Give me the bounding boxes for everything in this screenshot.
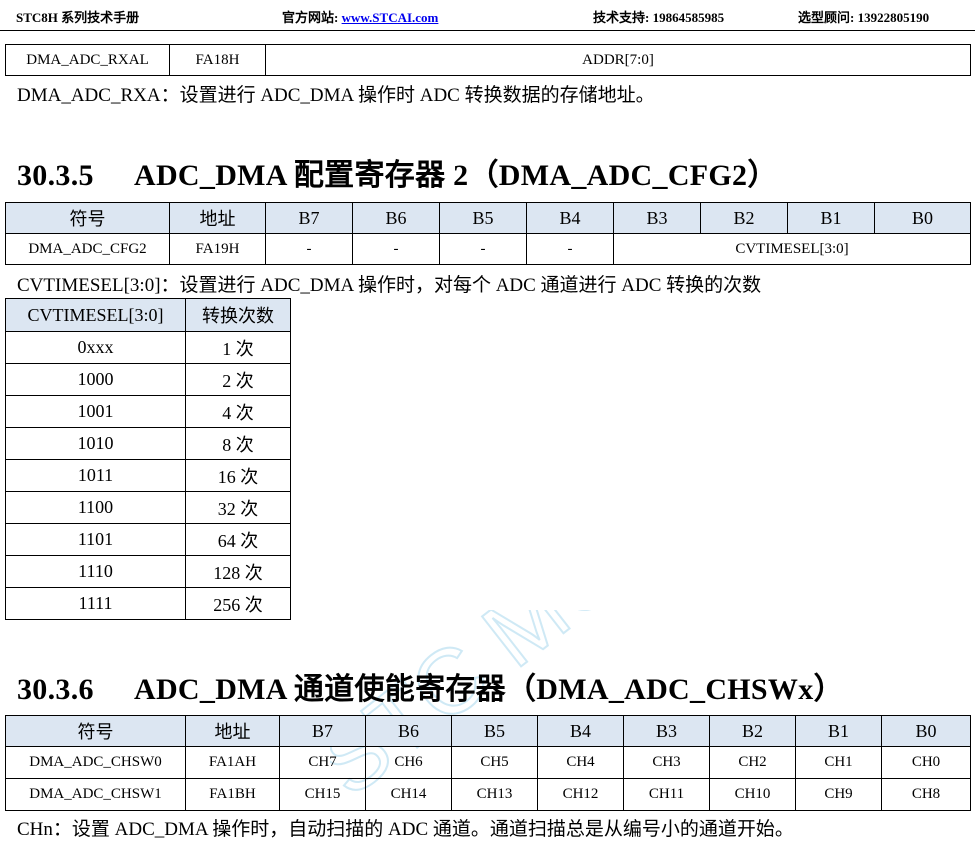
conversion-count: 4 次 <box>185 395 291 428</box>
channel-bit: CH14 <box>365 778 452 811</box>
col-header-b6: B6 <box>352 202 440 234</box>
register-name: DMA_ADC_CHSW1 <box>5 778 186 811</box>
cvtimesel-value: 1011 <box>5 459 186 492</box>
conversion-count: 8 次 <box>185 427 291 460</box>
channel-bit: CH0 <box>881 746 971 779</box>
col-header-b7: B7 <box>265 202 353 234</box>
section-heading-30-3-6: 30.3.6 ADC_DMA 通道使能寄存器（DMA_ADC_CHSWx） <box>17 664 844 708</box>
register-name: DMA_ADC_RXAL <box>5 44 170 76</box>
cvtimesel-value: 1110 <box>5 555 186 588</box>
cvtimesel-value: 1100 <box>5 491 186 524</box>
channel-bit: CH8 <box>881 778 971 811</box>
rxal-register-table: DMA_ADC_RXAL FA18H ADDR[7:0] <box>5 44 971 76</box>
cfg2-register-table: 符号 地址 B7 B6 B5 B4 B3 B2 B1 B0 DMA_ADC_CF… <box>5 202 971 265</box>
channel-bit: CH5 <box>451 746 538 779</box>
col-header-address: 地址 <box>169 202 266 234</box>
chn-description: CHn：设置 ADC_DMA 操作时，自动扫描的 ADC 通道。通道扫描总是从编… <box>17 819 794 840</box>
channel-bit: CH12 <box>537 778 624 811</box>
rxa-description: DMA_ADC_RXA：设置进行 ADC_DMA 操作时 ADC 转换数据的存储… <box>17 85 655 106</box>
cvtimesel-value: 1000 <box>5 363 186 396</box>
channel-bit: CH6 <box>365 746 452 779</box>
section-title: ADC_DMA 通道使能寄存器（DMA_ADC_CHSWx） <box>134 673 844 706</box>
register-field: ADDR[7:0] <box>265 44 971 76</box>
col-header-b5: B5 <box>451 715 538 747</box>
support-phone: 技术支持: 19864585985 <box>593 10 725 25</box>
cvtimesel-value: 1111 <box>5 587 186 620</box>
section-title: ADC_DMA 配置寄存器 2（DMA_ADC_CFG2） <box>134 159 778 192</box>
chsw-register-table: 符号 地址 B7 B6 B5 B4 B3 B2 B1 B0 DMA_ADC_CH… <box>5 715 971 811</box>
register-name: DMA_ADC_CFG2 <box>5 233 170 265</box>
conversion-count: 1 次 <box>185 331 291 364</box>
cvtimesel-description: CVTIMESEL[3:0]：设置进行 ADC_DMA 操作时，对每个 ADC … <box>17 275 762 296</box>
col-header-b1: B1 <box>795 715 882 747</box>
col-header-b0: B0 <box>881 715 971 747</box>
cvtimesel-value: 1010 <box>5 427 186 460</box>
col-header-b1: B1 <box>787 202 875 234</box>
col-header-cvtimesel: CVTIMESEL[3:0] <box>5 298 186 332</box>
website: 官方网站: www.STCAI.com <box>282 7 438 26</box>
channel-bit: CH10 <box>709 778 796 811</box>
channel-bit: CH2 <box>709 746 796 779</box>
bit-b6: - <box>352 233 440 265</box>
col-header-b2: B2 <box>709 715 796 747</box>
header-rule <box>0 30 975 31</box>
conversion-count: 256 次 <box>185 587 291 620</box>
channel-bit: CH13 <box>451 778 538 811</box>
col-header-b3: B3 <box>623 715 710 747</box>
col-header-count: 转换次数 <box>185 298 291 332</box>
cvtimesel-table: CVTIMESEL[3:0] 转换次数 0xxx 1 次 1000 2 次 1001… <box>5 298 291 620</box>
website-label: 官方网站: <box>282 10 342 25</box>
col-header-address: 地址 <box>185 715 280 747</box>
channel-bit: CH4 <box>537 746 624 779</box>
col-header-b5: B5 <box>439 202 527 234</box>
col-header-b7: B7 <box>279 715 366 747</box>
website-link[interactable]: www.STCAI.com <box>342 10 439 25</box>
cvtimesel-value: 0xxx <box>5 331 186 364</box>
section-heading-30-3-5: 30.3.5 ADC_DMA 配置寄存器 2（DMA_ADC_CFG2） <box>17 150 778 194</box>
conversion-count: 16 次 <box>185 459 291 492</box>
selection-phone: 选型顾问: 13922805190 <box>798 10 930 25</box>
col-header-b3: B3 <box>613 202 701 234</box>
channel-bit: CH15 <box>279 778 366 811</box>
col-header-symbol: 符号 <box>5 202 170 234</box>
bit-b5: - <box>439 233 527 265</box>
channel-bit: CH9 <box>795 778 882 811</box>
col-header-b6: B6 <box>365 715 452 747</box>
register-name: DMA_ADC_CHSW0 <box>5 746 186 779</box>
register-address: FA19H <box>169 233 266 265</box>
cvtimesel-value: 1101 <box>5 523 186 556</box>
register-address: FA1AH <box>185 746 280 779</box>
page-header: STC8H 系列技术手册 官方网站: www.STCAI.com 技术支持: 1… <box>0 0 975 32</box>
section-number: 30.3.5 <box>17 159 94 192</box>
section-number: 30.3.6 <box>17 673 94 706</box>
bit-b4: - <box>526 233 614 265</box>
register-address: FA18H <box>169 44 266 76</box>
register-field: CVTIMESEL[3:0] <box>613 233 971 265</box>
conversion-count: 128 次 <box>185 555 291 588</box>
channel-bit: CH11 <box>623 778 710 811</box>
conversion-count: 32 次 <box>185 491 291 524</box>
doc-title: STC8H 系列技术手册 <box>16 10 140 25</box>
channel-bit: CH1 <box>795 746 882 779</box>
channel-bit: CH7 <box>279 746 366 779</box>
col-header-symbol: 符号 <box>5 715 186 747</box>
channel-bit: CH3 <box>623 746 710 779</box>
register-address: FA1BH <box>185 778 280 811</box>
bit-b7: - <box>265 233 353 265</box>
col-header-b2: B2 <box>700 202 788 234</box>
col-header-b4: B4 <box>537 715 624 747</box>
cvtimesel-value: 1001 <box>5 395 186 428</box>
col-header-b0: B0 <box>874 202 971 234</box>
conversion-count: 2 次 <box>185 363 291 396</box>
conversion-count: 64 次 <box>185 523 291 556</box>
col-header-b4: B4 <box>526 202 614 234</box>
